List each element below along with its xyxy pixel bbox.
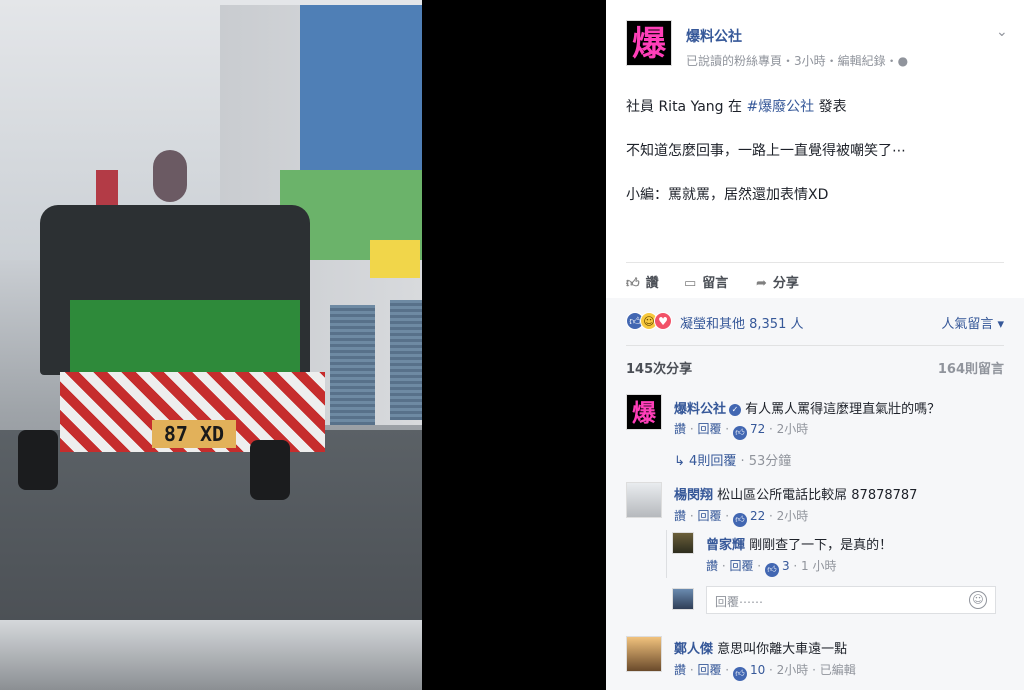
comment-sort-dropdown[interactable]: 人氣留言 ▾ — [941, 313, 1004, 332]
post-body-line: 不知道怎麼回事，一路上一直覺得被嘲笑了⋯ — [626, 143, 906, 159]
post-line-author: 社員 Rita Yang 在 #爆廢公社 發表 — [626, 96, 847, 116]
view-replies-link[interactable]: ↳ 4則回覆 · 53分鐘 — [674, 450, 791, 469]
avatar[interactable] — [626, 636, 662, 672]
photo-red-sign — [96, 170, 118, 210]
reply-arrow-icon: ↳ — [674, 454, 685, 469]
comment-meta: 讚 · 回覆 · 👍︎ 10 · 2小時 · 已編輯 — [674, 663, 856, 681]
share-button[interactable]: ➦ 分享 — [756, 272, 799, 291]
page-name-link[interactable]: 爆料公社 — [686, 26, 742, 46]
share-label: 分享 — [772, 276, 799, 291]
comment-reply-link[interactable]: 回覆 — [697, 663, 721, 677]
commenter-name[interactable]: 曾家輝 — [706, 538, 745, 553]
replies-count: 4則回覆 — [689, 454, 737, 469]
commenter-name[interactable]: 爆料公社 — [674, 402, 726, 417]
comment-text: 有人罵人罵得這麼理直氣壯的嗎？ — [745, 402, 941, 417]
comment-line: 鄭人傑 意思叫你離大車遠一點 — [674, 638, 847, 657]
post-action-bar: 👍︎ 讚 ▭ 留言 ➦ 分享 — [626, 262, 1004, 298]
comment-meta: 讚 · 回覆 · 👍︎ 22 · 2小時 — [674, 509, 809, 527]
love-reaction-icon[interactable]: ♥ — [654, 312, 672, 330]
post-photo[interactable]: 87 XD — [0, 0, 422, 690]
photo-street-sign — [153, 150, 187, 202]
hashtag-link[interactable]: #爆廢公社 — [746, 99, 814, 115]
comment-meta: 讚 · 回覆 · 👍︎ 72 · 2小時 — [674, 422, 809, 440]
photo-rolling-door — [330, 305, 375, 425]
photo-shop-sign — [370, 240, 420, 278]
verified-badge-icon: ✓ — [729, 404, 742, 416]
comment-like-link[interactable]: 讚 — [674, 422, 686, 436]
like-count-icon: 👍︎ — [732, 513, 747, 527]
avatar — [672, 588, 694, 610]
reactions-summary[interactable]: 凝瑩和其他 8,351 人 — [680, 313, 803, 332]
thumbs-up-icon: 👍︎ — [626, 276, 640, 291]
reply-thread-line — [666, 530, 667, 578]
comment-time[interactable]: 2小時 — [777, 663, 809, 677]
commenter-name[interactable]: 楊閔翔 — [674, 488, 713, 503]
globe-icon: ● — [897, 54, 909, 68]
reply-meta: 讚 · 回覆 · 👍︎ 3 · 1 小時 — [706, 559, 837, 577]
like-label: 讚 — [645, 276, 659, 291]
comment-like-count[interactable]: 72 — [750, 422, 765, 436]
comment-like-count[interactable]: 22 — [750, 509, 765, 523]
like-count-icon: 👍︎ — [732, 426, 747, 440]
comment-text: 松山區公所電話比較屌 87878787 — [717, 488, 918, 503]
comment-like-link[interactable]: 讚 — [674, 663, 686, 677]
avatar[interactable]: 爆 — [626, 394, 662, 430]
comment-edited[interactable]: 已編輯 — [820, 663, 856, 677]
page-avatar[interactable]: 爆 — [626, 20, 672, 66]
share-icon: ➦ — [756, 276, 767, 291]
shares-row: 145次分享 164則留言 — [626, 345, 1004, 381]
caret-down-icon: ▾ — [993, 317, 1004, 332]
reply-text: 剛剛查了一下，是真的！ — [749, 538, 893, 553]
reply-input-placeholder: 回覆⋯⋯ — [715, 595, 764, 609]
like-count-icon: 👍︎ — [764, 563, 779, 577]
comment-line: 爆料公社 ✓ 有人罵人罵得這麼理直氣壯的嗎？ — [674, 398, 940, 417]
photo-rolling-door — [390, 300, 422, 420]
comment-reply-link[interactable]: 回覆 — [697, 422, 721, 436]
comment-count: 164則留言 — [937, 362, 1004, 377]
photo-truck-wheel — [18, 430, 58, 490]
like-count-icon: 👍︎ — [732, 667, 747, 681]
post-meta: 已說讀的粉絲專頁・3小時・編輯紀錄・● — [686, 52, 908, 69]
reactions-row: 👍︎ ☺ ♥ 凝瑩和其他 8,351 人 人氣留言 ▾ — [626, 310, 1004, 340]
reply-input[interactable]: 回覆⋯⋯ ☺ — [706, 586, 996, 614]
photo-truck-wheel — [250, 440, 290, 500]
photo-truck-cargo — [70, 300, 300, 372]
comment-line: 楊閔翔 松山區公所電話比較屌 87878787 — [674, 484, 917, 503]
reply-like-link[interactable]: 讚 — [706, 559, 718, 573]
reply-like-count[interactable]: 3 — [782, 559, 790, 573]
post-side-panel: 爆 爆料公社 已說讀的粉絲專頁・3小時・編輯紀錄・● ⌄ 社員 Rita Yan… — [606, 0, 1024, 690]
post-author-prefix: 社員 Rita Yang 在 — [626, 99, 747, 115]
commenter-name[interactable]: 鄭人傑 — [674, 642, 713, 657]
comment-time[interactable]: 2小時 — [777, 509, 809, 523]
comment-label: 留言 — [702, 276, 729, 291]
photo-license-plate: 87 XD — [152, 420, 236, 448]
emoji-icon[interactable]: ☺ — [969, 591, 987, 609]
avatar[interactable] — [626, 482, 662, 518]
comment-time[interactable]: 2小時 — [777, 422, 809, 436]
shares-count[interactable]: 145次分享 — [626, 358, 692, 377]
photo-windshield-edge — [0, 620, 422, 690]
sort-label: 人氣留言 — [941, 317, 994, 332]
post-meta-text[interactable]: 已說讀的粉絲專頁・3小時・編輯紀錄・ — [686, 54, 898, 68]
comment-text: 意思叫你離大車遠一點 — [717, 642, 848, 657]
comment-button[interactable]: ▭ 留言 — [684, 272, 728, 291]
comment-like-link[interactable]: 讚 — [674, 509, 686, 523]
comment-icon: ▭ — [684, 276, 697, 291]
reply-line: 曾家輝 剛剛查了一下，是真的！ — [706, 534, 892, 553]
reply-time[interactable]: 1 小時 — [801, 559, 836, 573]
post-author-suffix: 發表 — [814, 99, 847, 115]
like-button[interactable]: 👍︎ 讚 — [626, 272, 659, 291]
replies-time: 53分鐘 — [748, 454, 792, 469]
reply-reply-link[interactable]: 回覆 — [729, 559, 753, 573]
avatar[interactable] — [672, 532, 694, 554]
chevron-down-icon[interactable]: ⌄ — [996, 24, 1008, 40]
comment-reply-link[interactable]: 回覆 — [697, 509, 721, 523]
comment-like-count[interactable]: 10 — [750, 663, 765, 677]
post-editor-note: 小編：罵就罵，居然還加表情XD — [626, 187, 829, 203]
